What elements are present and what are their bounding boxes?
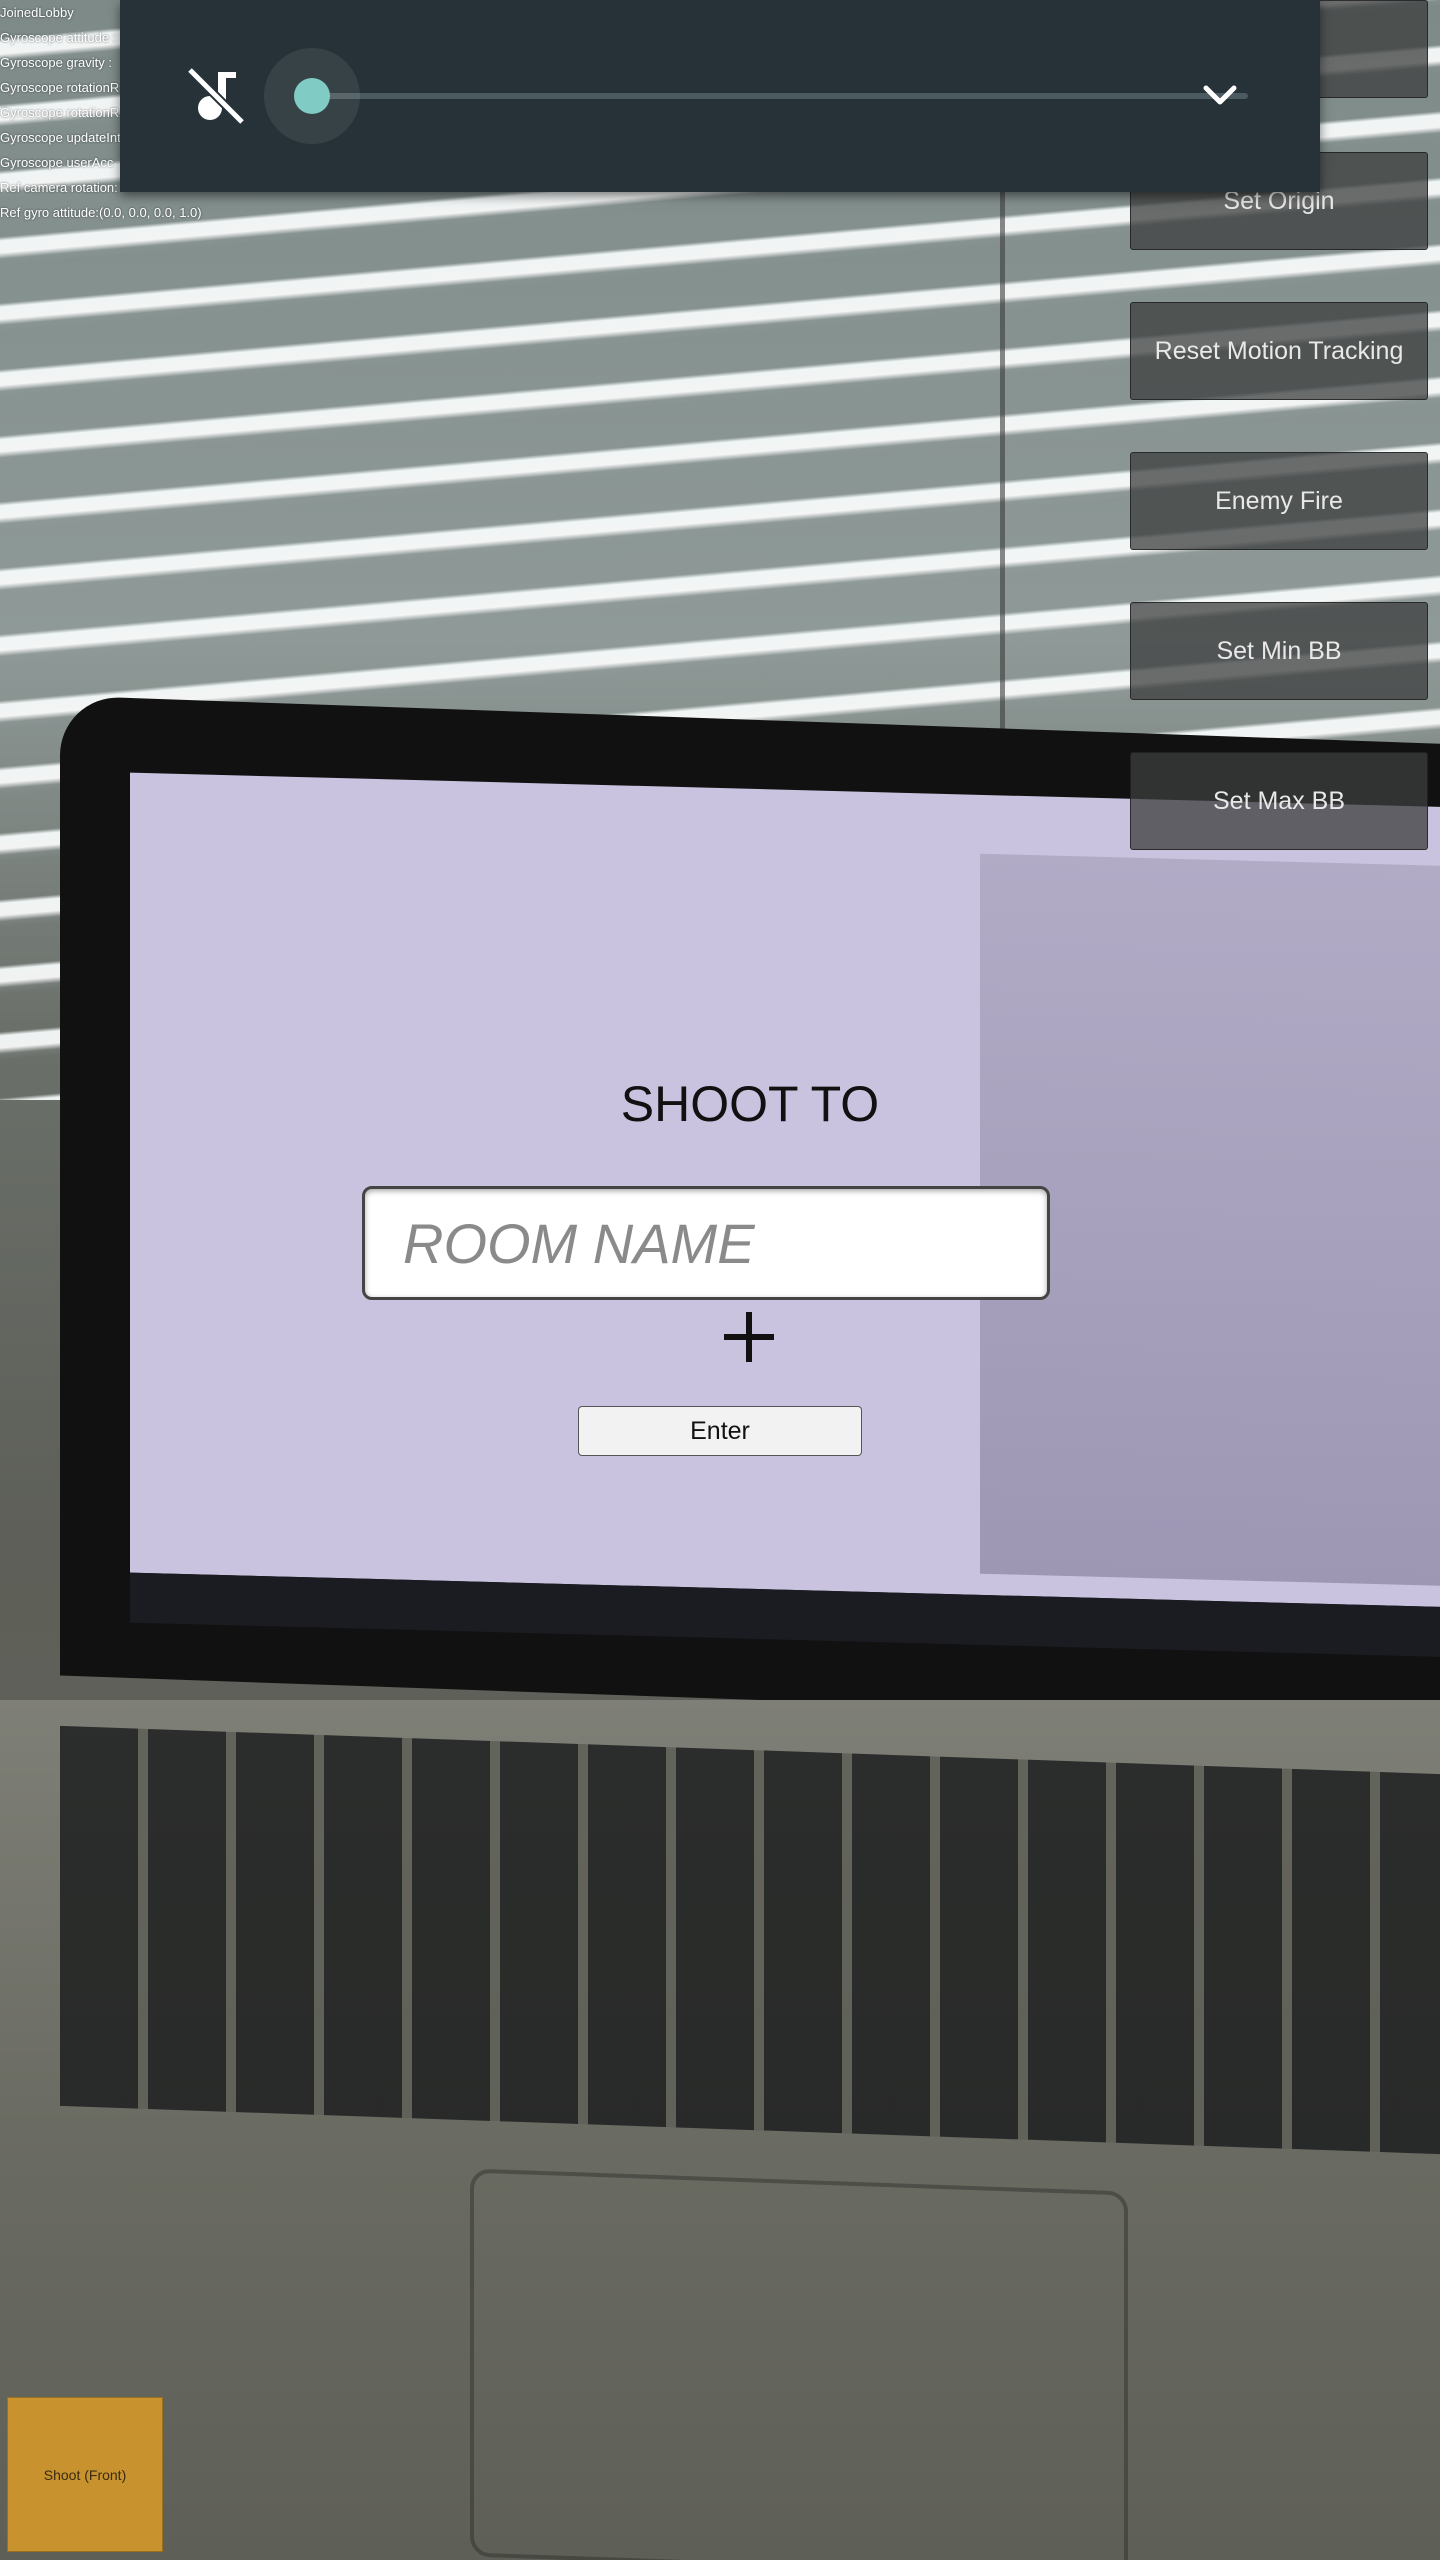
chevron-down-icon[interactable] <box>1200 80 1240 112</box>
enemy-fire-button[interactable]: Enemy Fire <box>1130 452 1428 550</box>
debug-line: Ref gyro attitude:(0.0, 0.0, 0.0, 1.0) <box>0 205 202 220</box>
enter-button[interactable]: Enter <box>578 1406 862 1456</box>
set-max-bb-button[interactable]: Set Max BB <box>1130 752 1428 850</box>
volume-slider-thumb[interactable] <box>294 78 330 114</box>
volume-slider-track[interactable] <box>312 93 1248 99</box>
reset-motion-tracking-button[interactable]: Reset Motion Tracking <box>1130 302 1428 400</box>
volume-panel <box>120 0 1320 192</box>
plus-icon[interactable] <box>722 1310 776 1364</box>
laptop-keyboard <box>60 1725 1440 2155</box>
laptop-trackpad <box>470 2168 1128 2560</box>
shoot-to-title: SHOOT TO <box>620 1076 880 1132</box>
room-name-input[interactable] <box>362 1186 1050 1300</box>
set-min-bb-button[interactable]: Set Min BB <box>1130 602 1428 700</box>
music-off-icon[interactable] <box>184 64 248 128</box>
shoot-front-button[interactable]: Shoot (Front) <box>7 2397 163 2552</box>
